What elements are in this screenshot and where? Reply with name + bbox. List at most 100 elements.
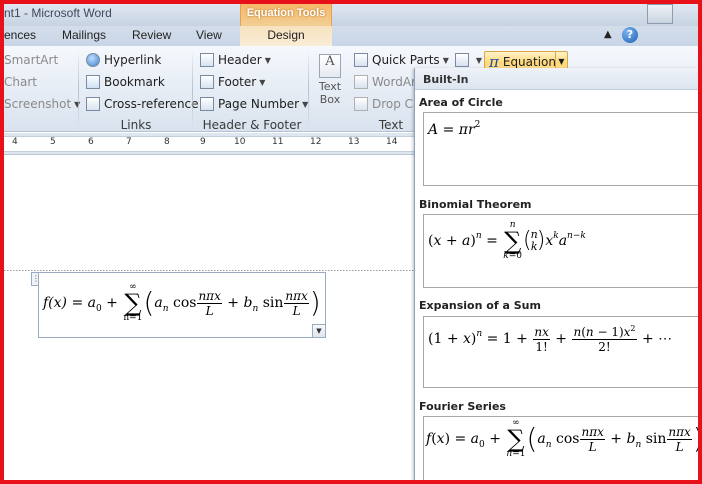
chevron-down-icon: ▼ [475, 55, 482, 65]
quick-parts-button[interactable]: Quick Parts ▼ ▼ [354, 50, 482, 70]
chart-button[interactable]: Chart [4, 72, 37, 92]
gallery-item-title: Area of Circle [419, 96, 503, 109]
fourier-formula: f(x) = a0 + ∞ ∑ n=1 (an cos nπx L + bn sin nπx… [426, 418, 698, 459]
fraction-denominator: L [292, 303, 301, 318]
bookmark-icon [86, 75, 100, 89]
open-paren: ( [143, 286, 155, 319]
equation-move-handle[interactable]: ⋮ [31, 272, 40, 286]
bookmark-button[interactable]: Bookmark [86, 72, 165, 92]
footer-button[interactable]: Footer ▼ [200, 72, 265, 92]
header-label: Header [218, 53, 262, 67]
page-number-button[interactable]: Page Number ▼ [200, 94, 308, 114]
contextual-tab-group-title: Equation Tools [246, 7, 326, 19]
help-icon[interactable]: ? [622, 27, 638, 43]
gallery-item-title: Expansion of a Sum [419, 299, 541, 312]
page-number-label: Page Number [218, 97, 300, 111]
text-box-icon: A [319, 54, 341, 78]
wordart-icon [354, 75, 368, 89]
footer-label: Footer [218, 75, 257, 89]
ruler-number: 9 [200, 137, 206, 147]
gallery-item-binomial-theorem[interactable]: (x + a)n = n ∑ k=0 (n k)xkan−k [423, 214, 698, 288]
drop-cap-icon [354, 97, 368, 111]
screenshot-label: Screenshot [4, 97, 72, 111]
subscript-n: n [252, 304, 259, 314]
screenshot-button[interactable]: Screenshot ▼ [4, 94, 80, 114]
bookmark-label: Bookmark [104, 75, 165, 89]
drop-cap-button[interactable]: Drop Ca [354, 94, 420, 114]
sum-symbol: ∑ [124, 289, 142, 317]
group-separator [78, 50, 79, 130]
binomial-formula: (x + a)n = n ∑ k=0 (n k)xkan−k [428, 220, 586, 261]
tab-view[interactable]: View [196, 28, 222, 42]
group-separator [308, 50, 309, 130]
tab-review[interactable]: Review [132, 28, 171, 42]
margin-guide-line [4, 270, 414, 271]
fraction-denominator: L [205, 303, 214, 318]
document-page[interactable]: ⋮ f(x) = a0 + ∞ ∑ n=1 (an cos nπx L + bn s… [4, 156, 414, 480]
plus-sign: + [227, 295, 240, 311]
sum-lower-limit: n=1 [123, 313, 143, 323]
tab-design[interactable]: Design [240, 26, 332, 46]
window-title: nt1 - Microsoft Word [4, 6, 112, 20]
plus-sign: + [106, 295, 118, 311]
ruler-number: 5 [50, 137, 56, 147]
fraction-numerator: nπx [197, 288, 222, 304]
expansion-formula: (1 + x)n = 1 + nx 1! + n(n − 1)x2 2! + ⋯ [428, 324, 673, 354]
chart-label: Chart [4, 75, 37, 89]
collapse-ribbon-icon[interactable]: ▲ [604, 29, 612, 40]
equation-options-arrow[interactable]: ▼ [312, 324, 326, 338]
gallery-item-fourier-series[interactable]: f(x) = a0 + ∞ ∑ n=1 (an cos nπx L + bn sin nπx… [423, 416, 698, 480]
cross-reference-icon [86, 97, 100, 111]
fraction: nπx L [284, 288, 309, 318]
fourier-equation[interactable]: f(x) = a0 + ∞ ∑ n=1 (an cos nπx L + bn sin… [43, 283, 321, 323]
gallery-item-title: Fourier Series [419, 400, 506, 413]
header-icon [200, 53, 214, 67]
gallery-item-title: Binomial Theorem [419, 198, 532, 211]
coef-a: a [154, 295, 163, 311]
close-paren: ) [309, 286, 321, 319]
ribbon-tabs: ences Mailings Review View [4, 26, 698, 46]
subscript-n: n [162, 304, 169, 314]
ruler-number: 12 [310, 137, 322, 147]
smartart-button[interactable]: SmartArt [4, 50, 58, 70]
tab-references[interactable]: ences [4, 28, 36, 42]
text-box-button[interactable]: A Text Box [316, 52, 344, 122]
page-number-icon [200, 97, 214, 111]
ruler-number: 6 [88, 137, 94, 147]
text-box-label: Text Box [318, 80, 342, 106]
cos-function: cos [172, 295, 197, 311]
ruler-number: 14 [386, 137, 398, 147]
quick-parts-icon [354, 53, 368, 67]
group-separator [192, 50, 193, 130]
screenshot-frame: nt1 - Microsoft Word Equation Tools ence… [4, 4, 698, 480]
hyperlink-label: Hyperlink [104, 53, 162, 67]
header-button[interactable]: Header ▼ [200, 50, 271, 70]
equation-lhs: f(x) = a [43, 295, 96, 311]
links-group-label: Links [120, 118, 152, 132]
fraction: nπx L [197, 288, 222, 318]
wordart-button[interactable]: WordArt [354, 72, 421, 92]
sin-function: sin [262, 295, 284, 311]
chevron-down-icon: ▼ [264, 55, 271, 65]
gallery-item-area-of-circle[interactable]: A = πr2 [423, 112, 698, 186]
ruler-number: 7 [126, 137, 132, 147]
restore-button[interactable] [647, 4, 673, 24]
tab-mailings[interactable]: Mailings [62, 28, 106, 42]
equation-object[interactable]: ⋮ f(x) = a0 + ∞ ∑ n=1 (an cos nπx L + bn s… [31, 272, 326, 338]
globe-link-icon [86, 53, 100, 67]
area-formula: A = πr2 [428, 120, 481, 138]
header-footer-group-label: Header & Footer [202, 118, 302, 132]
chevron-down-icon: ▼ [259, 77, 266, 87]
ruler-number: 4 [12, 137, 18, 147]
ruler-number: 11 [272, 137, 284, 147]
ruler-number: 8 [164, 137, 170, 147]
gallery-header: Built-In [415, 68, 698, 90]
fraction-numerator: nπx [284, 288, 309, 304]
cross-reference-button[interactable]: Cross-reference [86, 94, 199, 114]
gallery-item-expansion-of-a-sum[interactable]: (1 + x)n = 1 + nx 1! + n(n − 1)x2 2! + ⋯ [423, 316, 698, 388]
quick-parts-label: Quick Parts [372, 53, 440, 67]
signature-line-icon [454, 53, 469, 67]
title-bar: nt1 - Microsoft Word [4, 4, 698, 26]
hyperlink-button[interactable]: Hyperlink [86, 50, 161, 70]
smartart-label: SmartArt [4, 53, 59, 67]
